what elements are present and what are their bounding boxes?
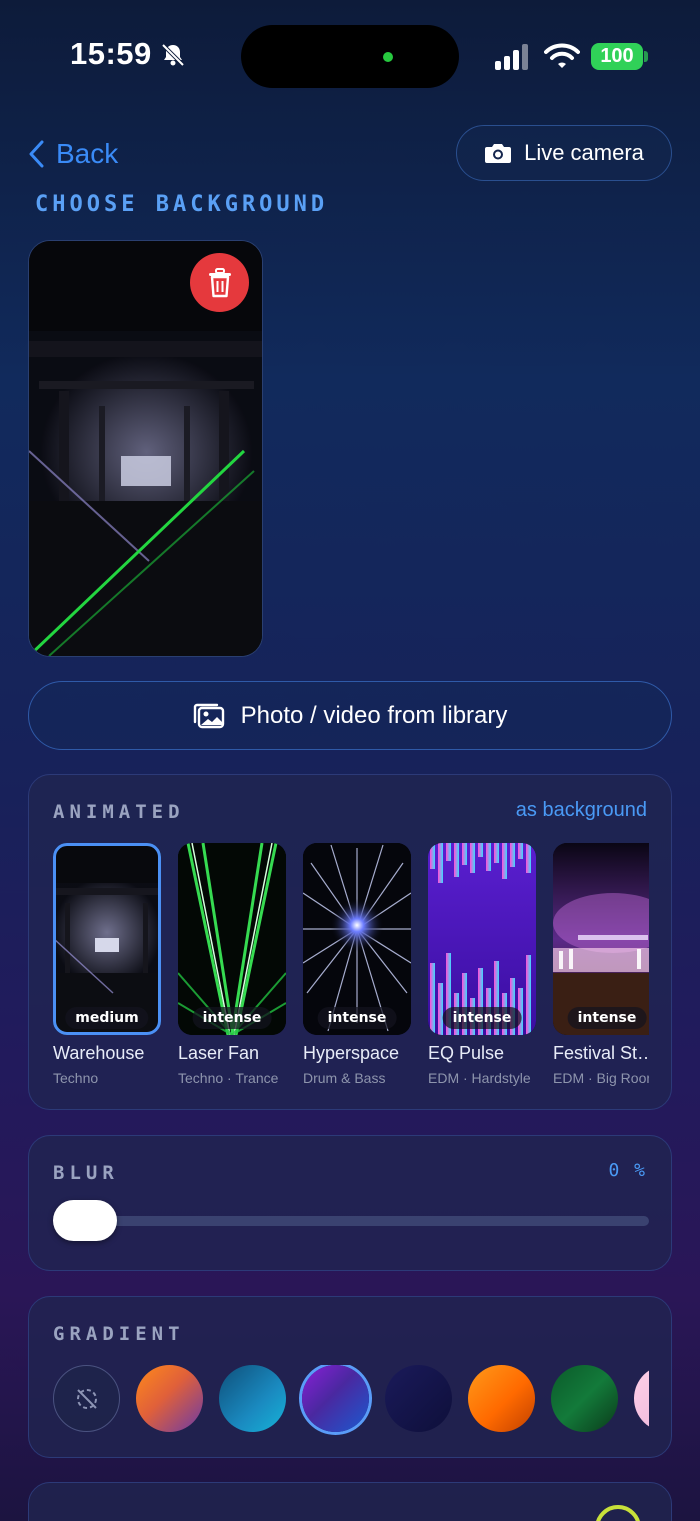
tile-genre: EDM · Big Room bbox=[553, 1070, 649, 1086]
laser-fan-thumbnail: intense bbox=[178, 843, 286, 1035]
gradient-green-swatch[interactable] bbox=[551, 1365, 618, 1432]
animated-tile-festival-stage[interactable]: intense Festival St… EDM · Big Room bbox=[553, 843, 649, 1086]
blur-value: 0 % bbox=[608, 1160, 647, 1181]
cellular-signal-icon bbox=[495, 44, 528, 70]
photo-library-button[interactable]: Photo / video from library bbox=[28, 681, 672, 750]
animated-section: ANIMATED as background medium Warehouse bbox=[28, 774, 672, 1110]
battery-indicator: 100 bbox=[591, 43, 643, 70]
gradient-section: GRADIENT bbox=[28, 1296, 672, 1458]
live-camera-button[interactable]: Live camera bbox=[456, 125, 672, 181]
camera-icon bbox=[485, 144, 512, 163]
animated-tile-laser-fan[interactable]: intense Laser Fan Techno · Trance bbox=[178, 843, 286, 1086]
animated-label: ANIMATED bbox=[53, 801, 185, 823]
blur-section: BLUR 0 % bbox=[28, 1135, 672, 1271]
chevron-left-icon bbox=[29, 140, 44, 168]
gradient-label: GRADIENT bbox=[53, 1323, 185, 1345]
dynamic-island bbox=[241, 25, 459, 88]
trash-icon bbox=[208, 267, 231, 297]
photo-library-icon bbox=[193, 703, 224, 728]
gradient-teal-blue-swatch[interactable] bbox=[219, 1365, 286, 1432]
gradient-purple-blue-swatch[interactable] bbox=[302, 1365, 369, 1432]
intensity-badge: intense bbox=[567, 1007, 647, 1029]
page-title: CHOOSE BACKGROUND bbox=[35, 192, 329, 217]
tile-name: Warehouse bbox=[53, 1043, 145, 1063]
intensity-badge: medium bbox=[65, 1007, 149, 1029]
animated-backgrounds-list: medium Warehouse Techno intense Laser Fa… bbox=[53, 843, 649, 1093]
animated-tile-warehouse[interactable]: medium Warehouse Techno bbox=[53, 843, 161, 1086]
color-ring-indicator[interactable] bbox=[595, 1505, 641, 1521]
battery-tip bbox=[644, 51, 648, 62]
intensity-badge: intense bbox=[317, 1007, 397, 1029]
blur-slider-track[interactable] bbox=[53, 1216, 649, 1226]
tile-genre: Techno bbox=[53, 1070, 99, 1086]
blur-slider-thumb[interactable] bbox=[53, 1200, 117, 1241]
status-time: 15:59 bbox=[70, 36, 152, 71]
tile-genre: Drum & Bass bbox=[303, 1070, 386, 1086]
gradient-pink-swatch[interactable] bbox=[634, 1365, 649, 1432]
animated-tile-hyperspace[interactable]: intense Hyperspace Drum & Bass bbox=[303, 843, 411, 1086]
tile-name: Hyperspace bbox=[303, 1043, 400, 1063]
no-gradient-icon bbox=[76, 1388, 97, 1409]
gradient-deep-navy-swatch[interactable] bbox=[385, 1365, 452, 1432]
tile-name: Laser Fan bbox=[178, 1043, 260, 1063]
silent-bell-icon bbox=[161, 43, 185, 67]
gradient-swatch-list bbox=[53, 1365, 649, 1435]
gradient-orange-swatch[interactable] bbox=[468, 1365, 535, 1432]
next-section-card bbox=[28, 1482, 672, 1521]
festival-stage-thumbnail: intense bbox=[553, 843, 649, 1035]
intensity-badge: intense bbox=[192, 1007, 272, 1029]
eq-pulse-thumbnail: intense bbox=[428, 843, 536, 1035]
back-button[interactable]: Back bbox=[28, 136, 118, 172]
intensity-badge: intense bbox=[442, 1007, 522, 1029]
animated-tile-eq-pulse[interactable]: intense EQ Pulse EDM · Hardstyle bbox=[428, 843, 536, 1086]
hyperspace-thumbnail: intense bbox=[303, 843, 411, 1035]
back-label: Back bbox=[56, 138, 119, 169]
as-background-link[interactable]: as background bbox=[516, 799, 647, 822]
live-camera-label: Live camera bbox=[524, 140, 644, 165]
wifi-icon bbox=[544, 43, 580, 68]
tile-genre: EDM · Hardstyle bbox=[428, 1070, 531, 1086]
blur-label: BLUR bbox=[53, 1162, 119, 1184]
tile-genre: Techno · Trance bbox=[178, 1070, 279, 1086]
gradient-none-swatch[interactable] bbox=[53, 1365, 120, 1432]
camera-indicator-dot bbox=[383, 52, 393, 62]
delete-background-button[interactable] bbox=[190, 253, 249, 312]
warehouse-thumbnail: medium bbox=[53, 843, 161, 1035]
gradient-orange-purple-swatch[interactable] bbox=[136, 1365, 203, 1432]
photo-library-label: Photo / video from library bbox=[240, 701, 508, 729]
tile-name: Festival St… bbox=[553, 1043, 649, 1063]
tile-name: EQ Pulse bbox=[428, 1043, 505, 1063]
